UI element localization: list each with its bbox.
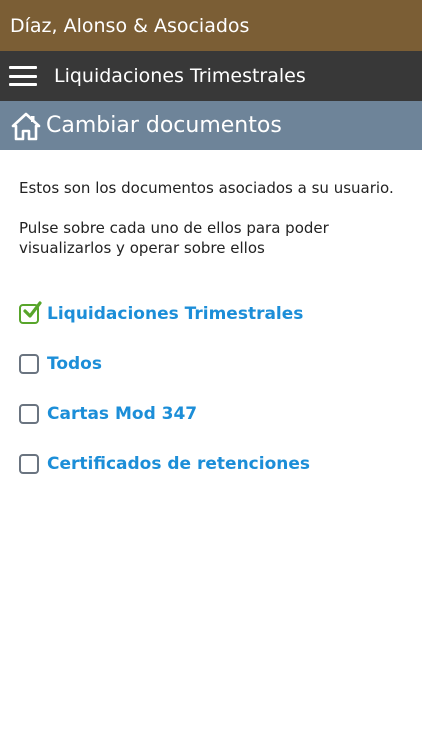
- document-label[interactable]: Liquidaciones Trimestrales: [47, 304, 303, 324]
- document-label[interactable]: Todos: [47, 354, 102, 374]
- section-title: Cambiar documentos: [46, 113, 282, 138]
- app-screen: Díaz, Alonso & Asociados Liquidaciones T…: [0, 0, 422, 750]
- section-bar: Cambiar documentos: [0, 101, 422, 150]
- checkbox[interactable]: [19, 454, 39, 474]
- checkbox[interactable]: [19, 354, 39, 374]
- home-icon[interactable]: [11, 111, 41, 141]
- document-list: Liquidaciones Trimestrales Todos Cartas …: [19, 289, 403, 489]
- document-label[interactable]: Cartas Mod 347: [47, 404, 197, 424]
- document-item-liquidaciones[interactable]: Liquidaciones Trimestrales: [19, 289, 403, 339]
- instruction-text: Pulse sobre cada uno de ellos para poder…: [19, 219, 329, 257]
- checkmark-icon: [23, 301, 42, 318]
- checkbox[interactable]: [19, 404, 39, 424]
- document-label[interactable]: Certificados de retenciones: [47, 454, 310, 474]
- main-content: Estos son los documentos asociados a su …: [0, 150, 422, 489]
- intro-text: Estos son los documentos asociados a su …: [19, 179, 394, 197]
- document-item-certificados[interactable]: Certificados de retenciones: [19, 439, 403, 489]
- brand-bar: Díaz, Alonso & Asociados: [0, 0, 422, 51]
- document-item-cartas-mod-347[interactable]: Cartas Mod 347: [19, 389, 403, 439]
- document-item-todos[interactable]: Todos: [19, 339, 403, 389]
- nav-title: Liquidaciones Trimestrales: [54, 65, 306, 87]
- brand-title: Díaz, Alonso & Asociados: [10, 14, 250, 37]
- nav-bar: Liquidaciones Trimestrales: [0, 51, 422, 101]
- menu-icon[interactable]: [9, 66, 37, 86]
- checkbox-checked[interactable]: [19, 301, 42, 324]
